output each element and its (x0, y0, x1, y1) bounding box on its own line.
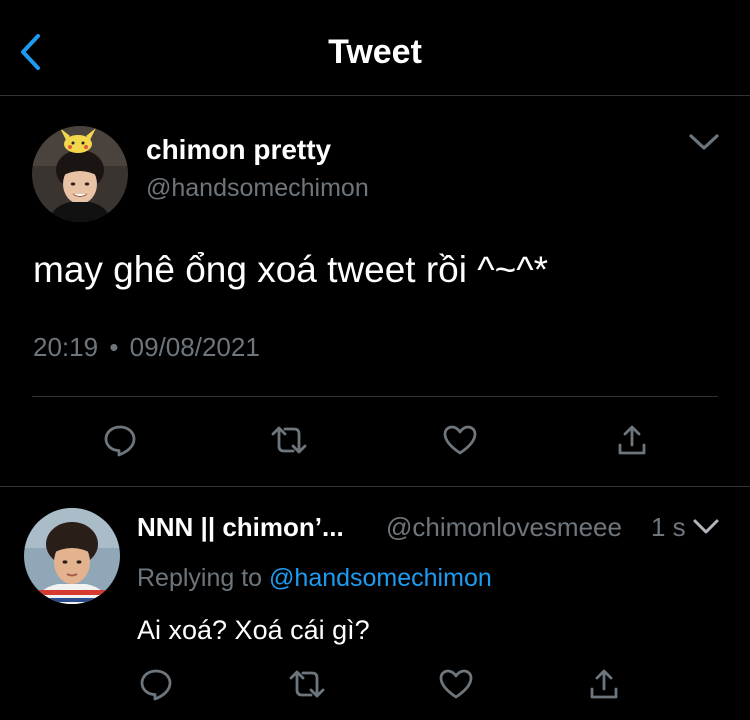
retweet-icon (271, 426, 307, 454)
reply-reply-button[interactable] (134, 662, 178, 706)
tweet-options-button[interactable] (684, 126, 724, 158)
retweet-button[interactable] (266, 418, 312, 462)
divider (32, 396, 718, 397)
reply-author-handle[interactable]: @chimonlovesmeee (386, 510, 622, 544)
reply-retweet-button[interactable] (284, 662, 330, 706)
reply-share-button[interactable] (582, 662, 626, 706)
tweet-timestamp[interactable]: 20:19 • 09/08/2021 (33, 330, 260, 364)
share-icon (618, 425, 646, 455)
page-title: Tweet (328, 33, 422, 71)
reply-text: Ai xoá? Xoá cái gì? (137, 615, 370, 645)
share-icon (590, 669, 618, 699)
reply-button[interactable] (98, 418, 142, 462)
reply-like-button[interactable] (434, 662, 478, 706)
reply-age: 1 s (651, 512, 686, 542)
tweet-date: 09/08/2021 (129, 332, 260, 362)
retweet-icon (289, 670, 325, 698)
tweet-text: may ghê ổng xoá tweet rồi ^~^* (33, 249, 548, 290)
reply-icon (140, 669, 172, 701)
reply-author-avatar[interactable] (24, 508, 120, 604)
reply-author-name[interactable]: NNN || chimon’... (137, 510, 344, 544)
top-bar: Tweet (0, 0, 750, 96)
tweet-time: 20:19 (33, 332, 99, 362)
heart-icon (439, 669, 473, 699)
replying-to-mention[interactable]: @handsomechimon (269, 564, 492, 592)
author-handle[interactable]: @handsomechimon (146, 172, 369, 204)
replying-to: Replying to @handsomechimon (137, 562, 492, 594)
replying-to-label: Replying to (137, 564, 263, 592)
share-button[interactable] (610, 418, 654, 462)
chevron-down-icon (689, 134, 719, 150)
author-avatar[interactable] (32, 126, 128, 222)
author-name[interactable]: chimon pretty (146, 132, 331, 168)
chevron-down-icon (693, 519, 719, 534)
timestamp-separator: • (109, 332, 119, 362)
reply-options-button[interactable] (688, 511, 724, 543)
like-button[interactable] (438, 418, 482, 462)
reply-icon (104, 425, 136, 457)
section-divider (0, 486, 750, 487)
heart-icon (443, 425, 477, 455)
